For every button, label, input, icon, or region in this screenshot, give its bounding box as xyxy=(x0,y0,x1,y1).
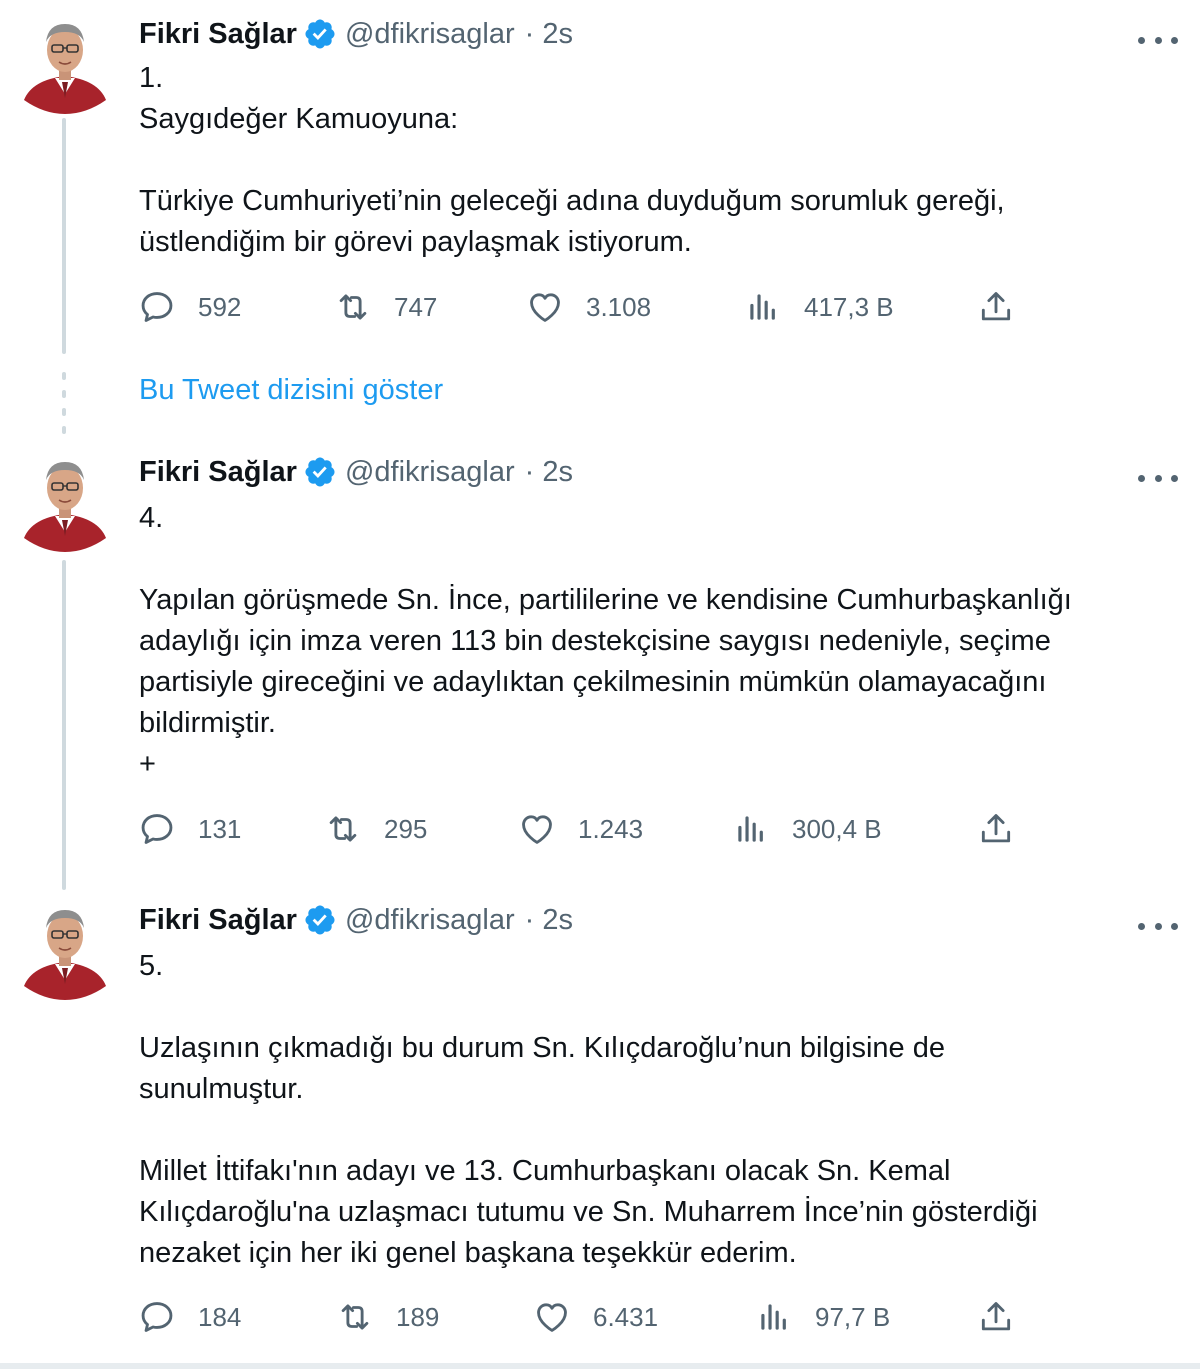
views-count: 417,3 B xyxy=(804,291,894,322)
share-button[interactable] xyxy=(977,810,1015,848)
avatar[interactable] xyxy=(22,18,108,114)
reply-count: 592 xyxy=(198,291,242,322)
retweet-icon xyxy=(334,288,372,326)
divider xyxy=(0,1363,1200,1369)
like-count: 3.108 xyxy=(586,291,652,322)
reply-icon xyxy=(138,810,176,848)
share-button[interactable] xyxy=(977,1298,1015,1336)
tweet-actions: 592 747 3.108 417,3 B xyxy=(0,288,1200,338)
author-name[interactable]: Fikri Sağlar xyxy=(139,452,297,492)
tweet-1[interactable]: Fikri Sağlar @dfikrisaglar · 2s 1. Saygı… xyxy=(0,8,1200,358)
like-button[interactable]: 6.431 xyxy=(533,1298,658,1336)
reply-count: 184 xyxy=(198,1301,242,1332)
like-icon xyxy=(533,1298,571,1336)
avatar[interactable] xyxy=(22,904,108,1000)
views-button[interactable]: 417,3 B xyxy=(744,288,894,326)
reply-button[interactable]: 184 xyxy=(138,1298,241,1336)
tweet-text: 4. Yapılan görüşmede Sn. İnce, partilile… xyxy=(139,502,1072,780)
share-button[interactable] xyxy=(977,288,1015,326)
reply-button[interactable]: 131 xyxy=(138,810,241,848)
verified-badge-icon xyxy=(303,903,337,937)
timestamp[interactable]: · 2s xyxy=(525,452,573,492)
timestamp[interactable]: · 2s xyxy=(525,14,573,54)
tweet-2[interactable]: Fikri Sağlar @dfikrisaglar · 2s 4. Yapıl… xyxy=(0,448,1200,868)
more-icon[interactable] xyxy=(1138,26,1178,54)
author-name[interactable]: Fikri Sağlar xyxy=(139,14,297,54)
retweet-count: 295 xyxy=(384,813,428,844)
like-count: 1.243 xyxy=(578,813,644,844)
author-handle[interactable]: @dfikrisaglar xyxy=(345,900,515,940)
like-icon xyxy=(518,810,556,848)
views-count: 300,4 B xyxy=(792,813,882,844)
retweet-count: 747 xyxy=(394,291,438,322)
reply-button[interactable]: 592 xyxy=(138,288,241,326)
share-icon xyxy=(977,810,1015,848)
like-button[interactable]: 1.243 xyxy=(518,810,643,848)
reply-icon xyxy=(138,1298,176,1336)
views-button[interactable]: 97,7 B xyxy=(755,1298,890,1336)
retweet-button[interactable]: 189 xyxy=(336,1298,439,1336)
author-handle[interactable]: @dfikrisaglar xyxy=(345,452,515,492)
tweet-actions: 131 295 1.243 300,4 B xyxy=(0,810,1200,860)
retweet-icon xyxy=(324,810,362,848)
reply-count: 131 xyxy=(198,813,242,844)
more-icon[interactable] xyxy=(1138,464,1178,492)
thread-gap-dots xyxy=(62,372,66,444)
tweet-header: Fikri Sağlar @dfikrisaglar · 2s xyxy=(139,14,573,54)
share-icon xyxy=(977,288,1015,326)
like-button[interactable]: 3.108 xyxy=(526,288,651,326)
views-count: 97,7 B xyxy=(815,1301,891,1332)
author-name[interactable]: Fikri Sağlar xyxy=(139,900,297,940)
author-handle[interactable]: @dfikrisaglar xyxy=(345,14,515,54)
views-icon xyxy=(744,288,782,326)
tweet-header: Fikri Sağlar @dfikrisaglar · 2s xyxy=(139,452,573,492)
retweet-icon xyxy=(336,1298,374,1336)
more-icon[interactable] xyxy=(1138,912,1178,940)
tweet-text: 1. Saygıdeğer Kamuoyuna: Türkiye Cumhuri… xyxy=(139,62,1005,258)
retweet-count: 189 xyxy=(396,1301,440,1332)
avatar[interactable] xyxy=(22,456,108,552)
views-icon xyxy=(732,810,770,848)
tweet-header: Fikri Sağlar @dfikrisaglar · 2s xyxy=(139,900,573,940)
like-icon xyxy=(526,288,564,326)
tweet-actions: 184 189 6.431 97,7 B xyxy=(0,1298,1200,1348)
tweet-text: 5. Uzlaşının çıkmadığı bu durum Sn. Kılı… xyxy=(139,950,1038,1269)
like-count: 6.431 xyxy=(593,1301,659,1332)
timestamp[interactable]: · 2s xyxy=(525,900,573,940)
views-icon xyxy=(755,1298,793,1336)
verified-badge-icon xyxy=(303,455,337,489)
show-thread-link[interactable]: Bu Tweet dizisini göster xyxy=(139,370,443,410)
reply-icon xyxy=(138,288,176,326)
views-button[interactable]: 300,4 B xyxy=(732,810,882,848)
retweet-button[interactable]: 295 xyxy=(324,810,427,848)
tweet-3[interactable]: Fikri Sağlar @dfikrisaglar · 2s 5. Uzlaş… xyxy=(0,896,1200,1362)
share-icon xyxy=(977,1298,1015,1336)
verified-badge-icon xyxy=(303,17,337,51)
retweet-button[interactable]: 747 xyxy=(334,288,437,326)
